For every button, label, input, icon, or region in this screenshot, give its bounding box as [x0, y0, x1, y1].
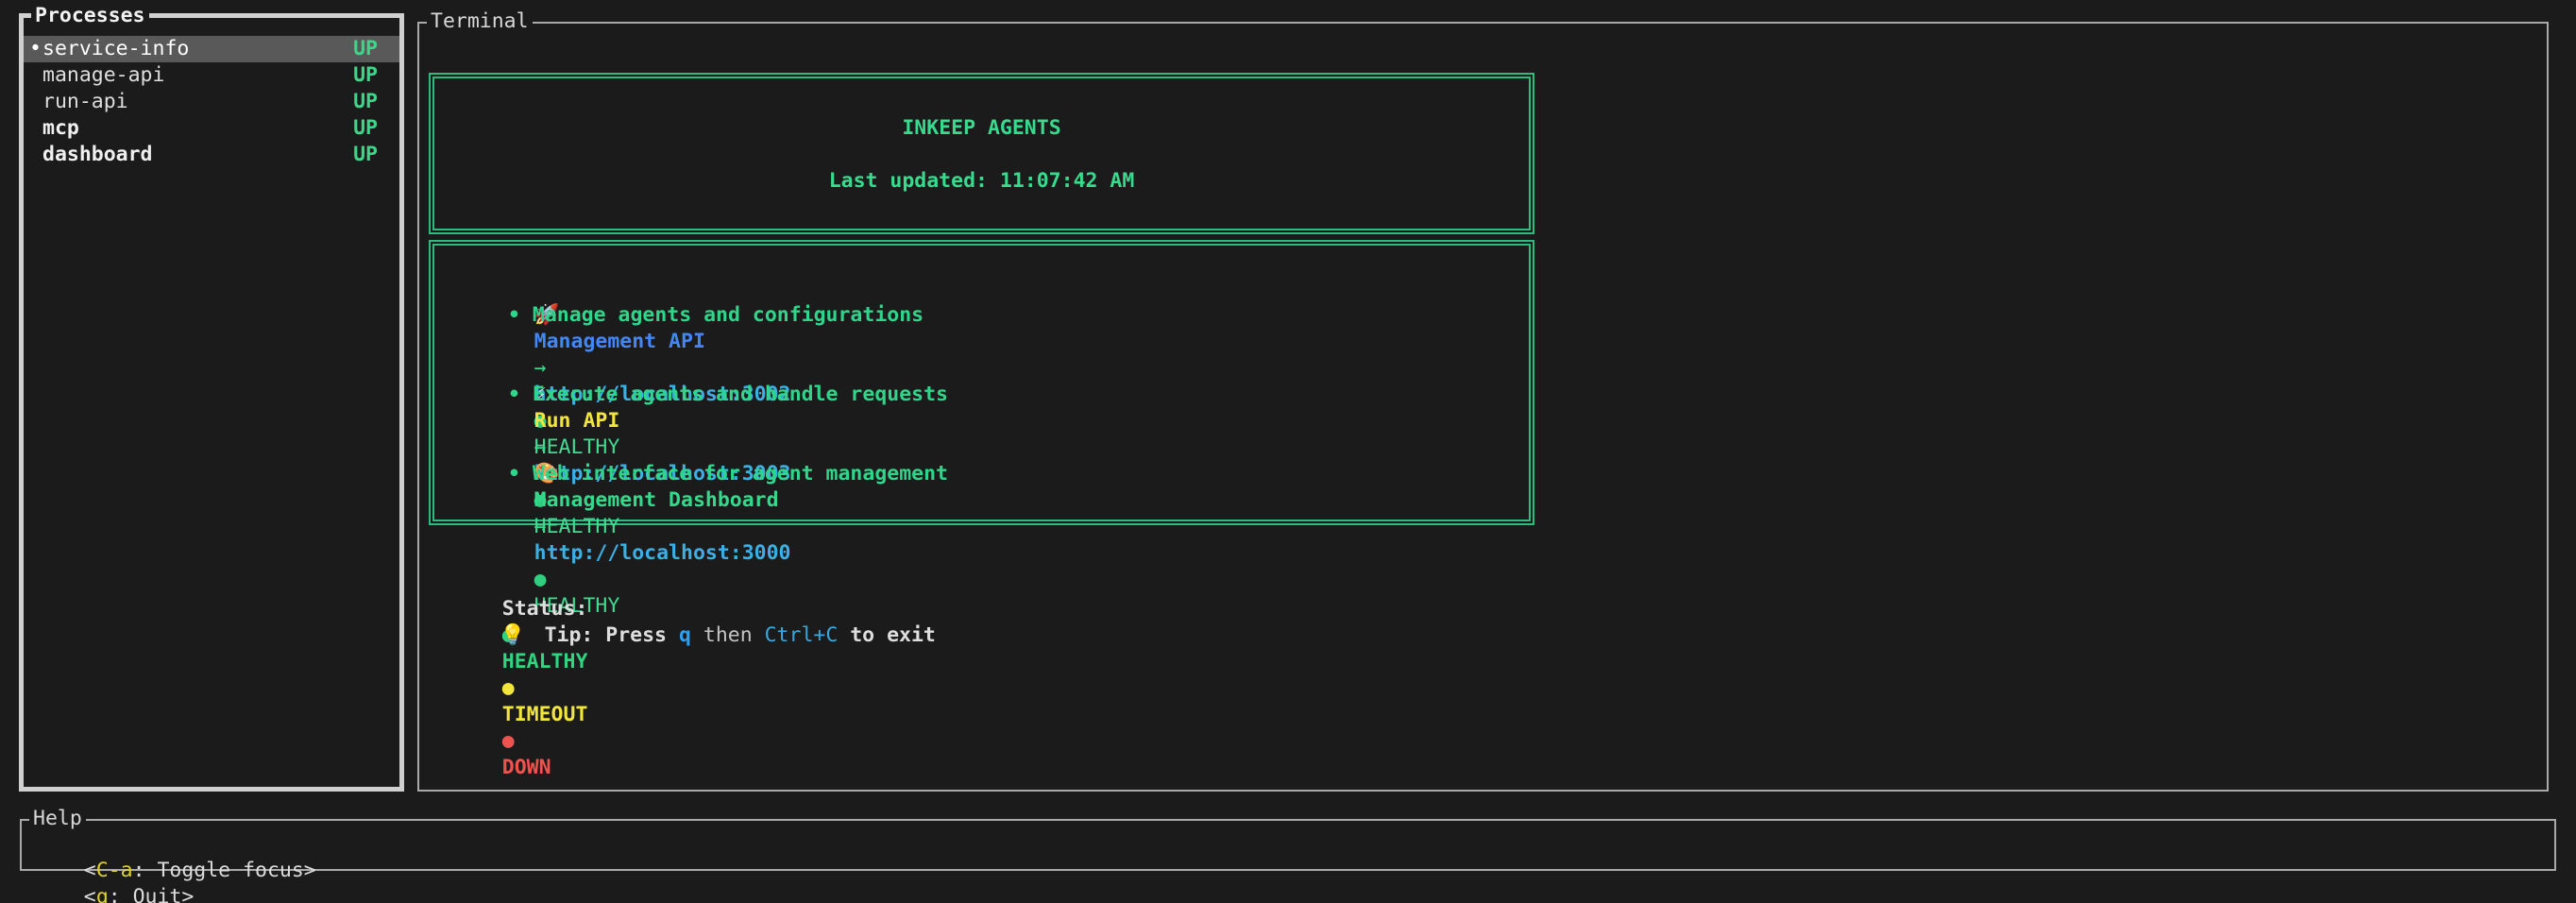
banner-heading: INKEEP AGENTS	[434, 115, 1529, 142]
help-panel-title: Help	[29, 806, 86, 832]
processes-panel[interactable]: Processes • service-info UP manage-api U…	[19, 13, 404, 792]
status-legend: Status: ● HEALTHY ● TIMEOUT ● DOWN	[419, 570, 2547, 596]
keybinding-toggle-focus: <C-a: Toggle focus>	[84, 859, 316, 882]
process-row-run-api[interactable]: run-api UP	[24, 89, 399, 115]
service-row-management-api: 🚀 Management API → http://localhost:3002…	[434, 276, 1529, 302]
selected-indicator	[29, 142, 42, 168]
process-name: run-api	[42, 89, 353, 115]
process-row-mcp[interactable]: mcp UP	[24, 115, 399, 142]
process-row-service-info[interactable]: • service-info UP	[24, 36, 399, 62]
process-list: • service-info UP manage-api UP run-api …	[24, 36, 399, 168]
keybinding-quit: <q: Quit>	[84, 885, 195, 903]
tip-key-q: q	[679, 623, 691, 647]
timeout-label: TIMEOUT	[502, 703, 588, 726]
selected-indicator	[29, 115, 42, 142]
service-name: Run API	[534, 409, 620, 433]
tip-ctrl-c-combo: Ctrl+C	[765, 623, 839, 647]
process-status-badge: UP	[353, 142, 378, 168]
service-name: Management Dashboard	[534, 488, 779, 512]
process-name: mcp	[42, 115, 353, 142]
process-name: service-info	[42, 36, 353, 62]
help-panel: Help <C-a: Toggle focus> <q: Quit> <j: N…	[20, 819, 2556, 871]
process-row-dashboard[interactable]: dashboard UP	[24, 142, 399, 168]
timeout-dot-icon: ●	[502, 676, 515, 700]
service-name: Management API	[534, 330, 705, 353]
down-dot-icon: ●	[502, 729, 515, 753]
services-box: 🚀 Management API → http://localhost:3002…	[429, 240, 1534, 525]
banner-box: INKEEP AGENTS Last updated: 11:07:42 AM	[429, 73, 1534, 234]
arrow-icon: →	[534, 435, 547, 459]
status-legend-label: Status:	[502, 597, 588, 621]
down-label: DOWN	[502, 756, 551, 779]
help-bindings-line: <C-a: Toggle focus> <q: Quit> <j: Next> …	[22, 821, 2554, 847]
selected-indicator	[29, 62, 42, 89]
lightbulb-icon: 💡	[500, 623, 526, 647]
tip-line: 💡Tip: Press q then Ctrl+C to exit	[419, 596, 2547, 622]
process-status-badge: UP	[353, 36, 378, 62]
process-status-badge: UP	[353, 89, 378, 115]
terminal-panel-title: Terminal	[427, 9, 533, 35]
service-url[interactable]: http://localhost:3000	[534, 541, 791, 565]
service-row-run-api: ⚡ Run API → http://localhost:3003 ● HEAL…	[434, 355, 1529, 382]
tip-tail-text: to exit	[850, 623, 936, 647]
process-row-manage-api[interactable]: manage-api UP	[24, 62, 399, 89]
process-status-badge: UP	[353, 115, 378, 142]
health-dot-icon: ●	[534, 568, 547, 591]
process-name: manage-api	[42, 62, 353, 89]
selected-indicator: •	[29, 36, 42, 62]
service-description: • Manage agents and configurations	[434, 302, 1529, 329]
key-label: C-a	[96, 859, 133, 882]
key-label: q	[96, 885, 109, 903]
processes-panel-title: Processes	[31, 3, 149, 29]
service-description: • Web interface for agent management	[434, 461, 1529, 487]
terminal-panel[interactable]: Terminal INKEEP AGENTS Last updated: 11:…	[417, 22, 2549, 792]
tip-lead-text: Tip: Press	[545, 623, 667, 647]
process-status-badge: UP	[353, 62, 378, 89]
tip-mid-text: then	[703, 623, 753, 647]
last-updated-text: Last updated: 11:07:42 AM	[434, 168, 1529, 195]
process-name: dashboard	[42, 142, 353, 168]
service-description: • Execute agents and handle requests	[434, 382, 1529, 408]
arrow-icon: →	[534, 515, 547, 538]
healthy-label: HEALTHY	[502, 650, 588, 673]
selected-indicator	[29, 89, 42, 115]
arrow-icon: →	[534, 356, 547, 380]
